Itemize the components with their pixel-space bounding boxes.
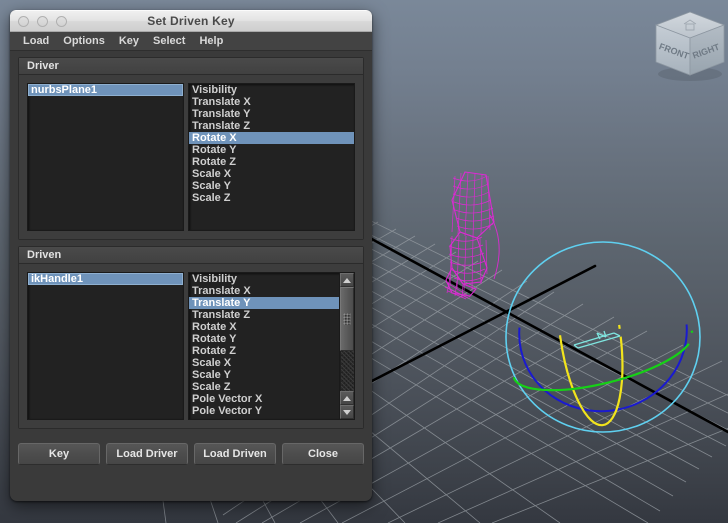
scroll-up-button-bottom[interactable]	[340, 391, 354, 405]
driver-attr-rotate-z[interactable]: Rotate Z	[189, 156, 354, 168]
driver-group-body: nurbsPlane1 Visibility Translate X Trans…	[19, 75, 363, 239]
driver-attr-rotate-y[interactable]: Rotate Y	[189, 144, 354, 156]
chevron-up-icon-bottom	[343, 395, 351, 401]
view-cube[interactable]: FRONT RIGHT	[654, 11, 726, 81]
menu-load[interactable]: Load	[16, 34, 56, 48]
driver-attribute-items: Visibility Translate X Translate Y Trans…	[189, 84, 354, 230]
menu-options[interactable]: Options	[56, 34, 112, 48]
world-axis-lines	[355, 229, 728, 434]
driven-node-list[interactable]: ikHandle1	[27, 272, 184, 420]
driven-attr-rotate-x[interactable]: Rotate X	[189, 321, 339, 333]
driven-group-header: Driven	[19, 247, 363, 264]
driven-attr-scale-z[interactable]: Scale Z	[189, 381, 339, 393]
chevron-down-icon	[343, 409, 351, 415]
driver-attr-scale-z[interactable]: Scale Z	[189, 192, 354, 204]
driven-group-body: ikHandle1 Visibility Translate X Transla…	[19, 264, 363, 428]
close-window-button[interactable]: Close	[282, 443, 364, 465]
key-button[interactable]: Key	[18, 443, 100, 465]
driver-attr-translate-y[interactable]: Translate Y	[189, 108, 354, 120]
driver-group-header: Driver	[19, 58, 363, 75]
scroll-down-button[interactable]	[340, 405, 354, 419]
driven-attr-translate-y[interactable]: Translate Y	[189, 297, 339, 309]
menubar: Load Options Key Select Help	[10, 32, 372, 51]
driver-attr-rotate-x[interactable]: Rotate X	[189, 132, 354, 144]
driver-attr-translate-x[interactable]: Translate X	[189, 96, 354, 108]
menu-key[interactable]: Key	[112, 34, 146, 48]
driven-attribute-items: Visibility Translate X Translate Y Trans…	[189, 273, 339, 419]
set-driven-key-window[interactable]: Set Driven Key Load Options Key Select H…	[10, 10, 372, 501]
driven-group: Driven ikHandle1 Visibility Translate X …	[18, 246, 364, 429]
driven-attr-rotate-z[interactable]: Rotate Z	[189, 345, 339, 357]
driven-node-item[interactable]: ikHandle1	[28, 273, 183, 285]
scrollbar-thumb[interactable]	[340, 287, 354, 351]
window-titlebar[interactable]: Set Driven Key	[10, 10, 372, 32]
driver-group: Driver nurbsPlane1 Visibility Translate …	[18, 57, 364, 240]
menu-select[interactable]: Select	[146, 34, 192, 48]
driven-attribute-list[interactable]: Visibility Translate X Translate Y Trans…	[188, 272, 355, 420]
manip-z-ring	[518, 251, 688, 413]
driver-node-item[interactable]: nurbsPlane1	[28, 84, 183, 96]
driver-attribute-list[interactable]: Visibility Translate X Translate Y Trans…	[188, 83, 355, 231]
driven-attr-scale-x[interactable]: Scale X	[189, 357, 339, 369]
driven-attr-pole-vector-x[interactable]: Pole Vector X	[189, 393, 339, 405]
driver-attr-scale-y[interactable]: Scale Y	[189, 180, 354, 192]
driven-attr-scale-y[interactable]: Scale Y	[189, 369, 339, 381]
scroll-up-button[interactable]	[340, 273, 354, 287]
driven-attr-translate-x[interactable]: Translate X	[189, 285, 339, 297]
window-title: Set Driven Key	[147, 14, 235, 28]
screen-root: FRONT RIGHT Set Driven Key Load Options …	[0, 0, 728, 523]
window-body: Driver nurbsPlane1 Visibility Translate …	[10, 51, 372, 429]
driven-attr-translate-z[interactable]: Translate Z	[189, 309, 339, 321]
chevron-up-icon	[343, 277, 351, 283]
driver-attr-visibility[interactable]: Visibility	[189, 84, 354, 96]
manip-outer-ring	[505, 241, 701, 433]
scrollbar-grip-icon	[343, 313, 351, 325]
load-driven-button[interactable]: Load Driven	[194, 443, 276, 465]
load-driver-button[interactable]: Load Driver	[106, 443, 188, 465]
footer-button-row: Key Load Driver Load Driven Close	[10, 435, 372, 475]
driven-attr-rotate-y[interactable]: Rotate Y	[189, 333, 339, 345]
driver-node-list[interactable]: nurbsPlane1	[27, 83, 184, 231]
driver-attr-scale-x[interactable]: Scale X	[189, 168, 354, 180]
scrollbar-trough[interactable]	[340, 351, 354, 391]
driven-list-scrollbar[interactable]	[339, 273, 354, 419]
menu-help[interactable]: Help	[192, 34, 230, 48]
driven-attr-pole-vector-y[interactable]: Pole Vector Y	[189, 405, 339, 417]
driver-attr-translate-z[interactable]: Translate Z	[189, 120, 354, 132]
driven-attr-visibility[interactable]: Visibility	[189, 273, 339, 285]
